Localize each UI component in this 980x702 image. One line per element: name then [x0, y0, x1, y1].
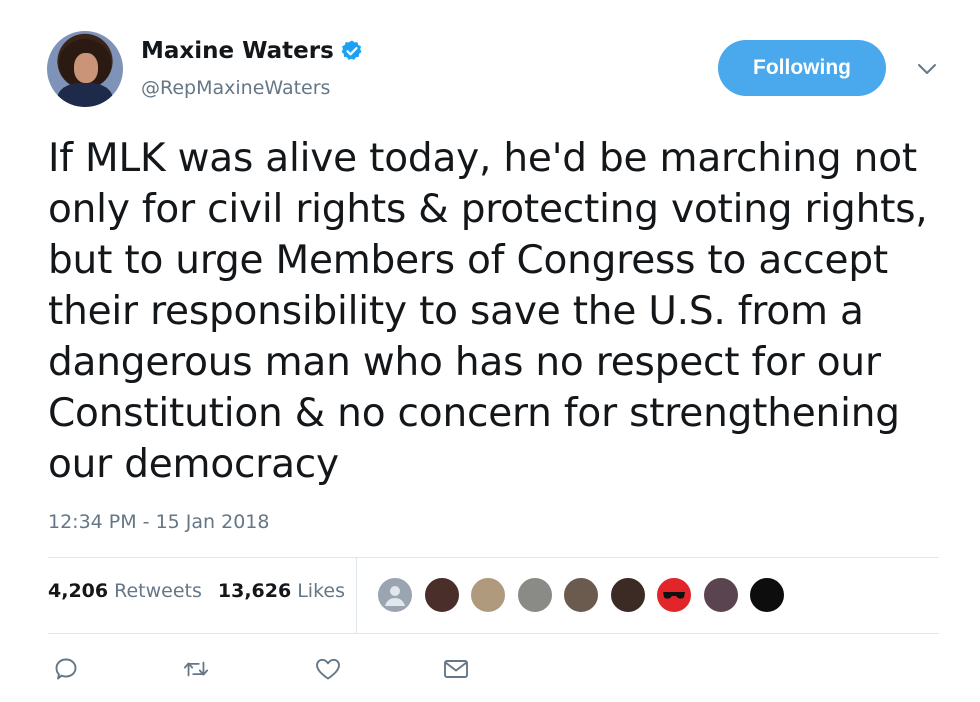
- avatar-body: [57, 83, 113, 107]
- tweet-line: If MLK was alive today, he'd be marching…: [48, 136, 917, 181]
- liker-avatar[interactable]: [469, 576, 507, 614]
- reply-icon[interactable]: [52, 655, 80, 683]
- person-icon: [385, 586, 405, 606]
- tweet-line: Constitution & no concern for strengthen…: [48, 391, 900, 436]
- retweets-stat[interactable]: 4,206 Retweets: [48, 580, 202, 602]
- chevron-down-icon[interactable]: [915, 60, 939, 78]
- tweet-line: only for civil rights & protecting votin…: [48, 187, 928, 232]
- liker-avatar[interactable]: [701, 576, 740, 614]
- likes-count: 13,626: [217, 580, 292, 602]
- liker-avatar[interactable]: [655, 576, 693, 614]
- avatar-face: [74, 53, 98, 83]
- liker-avatar[interactable]: [422, 576, 461, 614]
- retweets-count: 4,206: [48, 580, 109, 602]
- likes-label: Likes: [297, 580, 345, 602]
- author-handle[interactable]: @RepMaxineWaters: [141, 77, 330, 99]
- retweets-label: Retweets: [114, 580, 202, 602]
- default-avatar-icon[interactable]: [376, 576, 414, 614]
- retweet-icon[interactable]: [182, 655, 210, 683]
- tweet-line: their responsibility to save the U.S. fr…: [48, 289, 864, 334]
- stats-divider: [356, 557, 357, 633]
- author-avatar[interactable]: [47, 31, 123, 107]
- liker-avatar[interactable]: [515, 576, 554, 614]
- author-name[interactable]: Maxine Waters: [141, 38, 334, 64]
- direct-message-icon[interactable]: [442, 655, 470, 683]
- divider-bottom: [48, 633, 939, 634]
- like-icon[interactable]: [314, 655, 342, 683]
- tweet-line: dangerous man who has no respect for our: [48, 340, 881, 385]
- author-name-row[interactable]: Maxine Waters: [141, 38, 364, 64]
- likes-stat[interactable]: 13,626 Likes: [218, 580, 345, 602]
- liker-avatar[interactable]: [562, 576, 600, 614]
- verified-badge-icon: [341, 40, 362, 60]
- divider-top: [48, 557, 939, 558]
- tweet-timestamp[interactable]: 12:34 PM - 15 Jan 2018: [48, 511, 269, 533]
- tweet-actions: [52, 655, 470, 683]
- tweet-stats: 4,206 Retweets 13,626 Likes: [48, 580, 345, 602]
- liker-avatars: [376, 576, 795, 614]
- following-button[interactable]: Following: [718, 40, 886, 96]
- tweet-line: but to urge Members of Congress to accep…: [48, 238, 888, 283]
- liker-avatar[interactable]: [608, 576, 647, 614]
- tweet-line: our democracy: [48, 442, 339, 487]
- liker-avatar[interactable]: [748, 576, 786, 614]
- tweet-text: If MLK was alive today, he'd be marching…: [48, 133, 953, 490]
- sunglasses-icon: [663, 592, 685, 599]
